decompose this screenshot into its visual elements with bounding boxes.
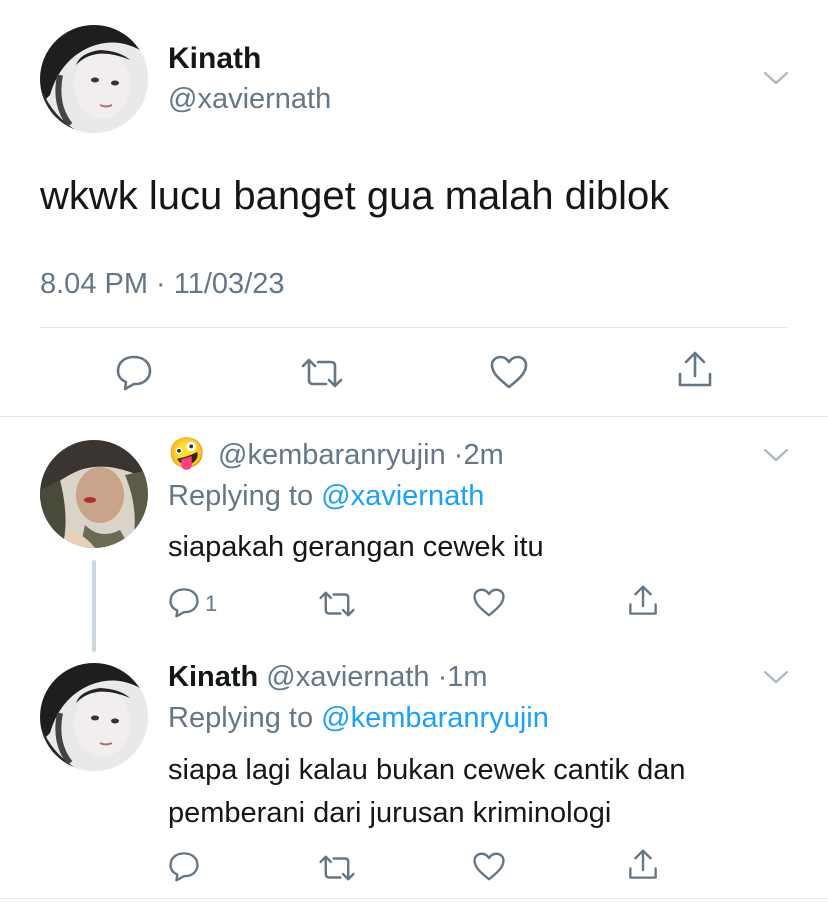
speech-bubble-icon[interactable]	[115, 353, 153, 391]
replying-to: Replying to @xaviernath	[168, 479, 484, 513]
thread-line	[92, 560, 96, 652]
replying-prefix: Replying to	[168, 702, 314, 734]
share-icon[interactable]	[627, 848, 659, 882]
speech-bubble-icon[interactable]	[168, 850, 200, 882]
mention-link[interactable]: @xaviernath	[321, 480, 484, 512]
retweet-icon[interactable]	[318, 853, 356, 883]
reply-text: siapakah gerangan cewek itu	[168, 531, 544, 563]
reply-count: 1	[205, 591, 218, 616]
reply-text-line: siapa lagi kalau bukan cewek cantik dan	[168, 754, 686, 786]
chevron-down-icon[interactable]	[763, 669, 789, 685]
separator: ·	[453, 439, 464, 471]
tweet-text: wkwk lucu banget gua malah diblok	[40, 174, 670, 218]
reply-meta: @kembaranryujin ·2m	[218, 438, 504, 472]
reply-text-line: pemberani dari jurusan kriminologi	[168, 797, 612, 829]
time[interactable]: 1m	[447, 661, 487, 693]
replying-to: Replying to @kembaranryujin	[168, 701, 549, 735]
heart-icon[interactable]	[472, 587, 506, 618]
heart-icon[interactable]	[472, 851, 506, 882]
heart-icon[interactable]	[489, 354, 529, 390]
avatar[interactable]	[40, 663, 148, 771]
time[interactable]: 2m	[463, 439, 503, 471]
section-divider	[0, 416, 828, 417]
retweet-icon[interactable]	[300, 356, 344, 390]
avatar[interactable]	[40, 440, 148, 548]
share-icon[interactable]	[627, 584, 659, 618]
retweet-icon[interactable]	[318, 589, 356, 619]
handle[interactable]: @kembaranryujin	[218, 439, 446, 471]
share-icon[interactable]	[676, 350, 714, 390]
reply-meta: Kinath @xaviernath ·1m	[168, 660, 488, 694]
section-divider	[0, 898, 828, 899]
emoji-badge: 🤪	[168, 437, 206, 470]
replying-prefix: Replying to	[168, 480, 314, 512]
handle[interactable]: @xaviernath	[168, 82, 331, 116]
display-name[interactable]: Kinath	[168, 42, 261, 76]
avatar[interactable]	[40, 25, 148, 133]
mention-link[interactable]: @kembaranryujin	[321, 702, 549, 734]
chevron-down-icon[interactable]	[763, 447, 789, 463]
speech-bubble-icon[interactable]	[168, 586, 200, 618]
display-name[interactable]: Kinath	[168, 661, 258, 693]
divider	[40, 327, 788, 328]
tweet-timestamp[interactable]: 8.04 PM · 11/03/23	[40, 266, 285, 302]
handle[interactable]: @xaviernath	[266, 661, 429, 693]
separator: ·	[437, 661, 448, 693]
chevron-down-icon[interactable]	[763, 70, 789, 86]
